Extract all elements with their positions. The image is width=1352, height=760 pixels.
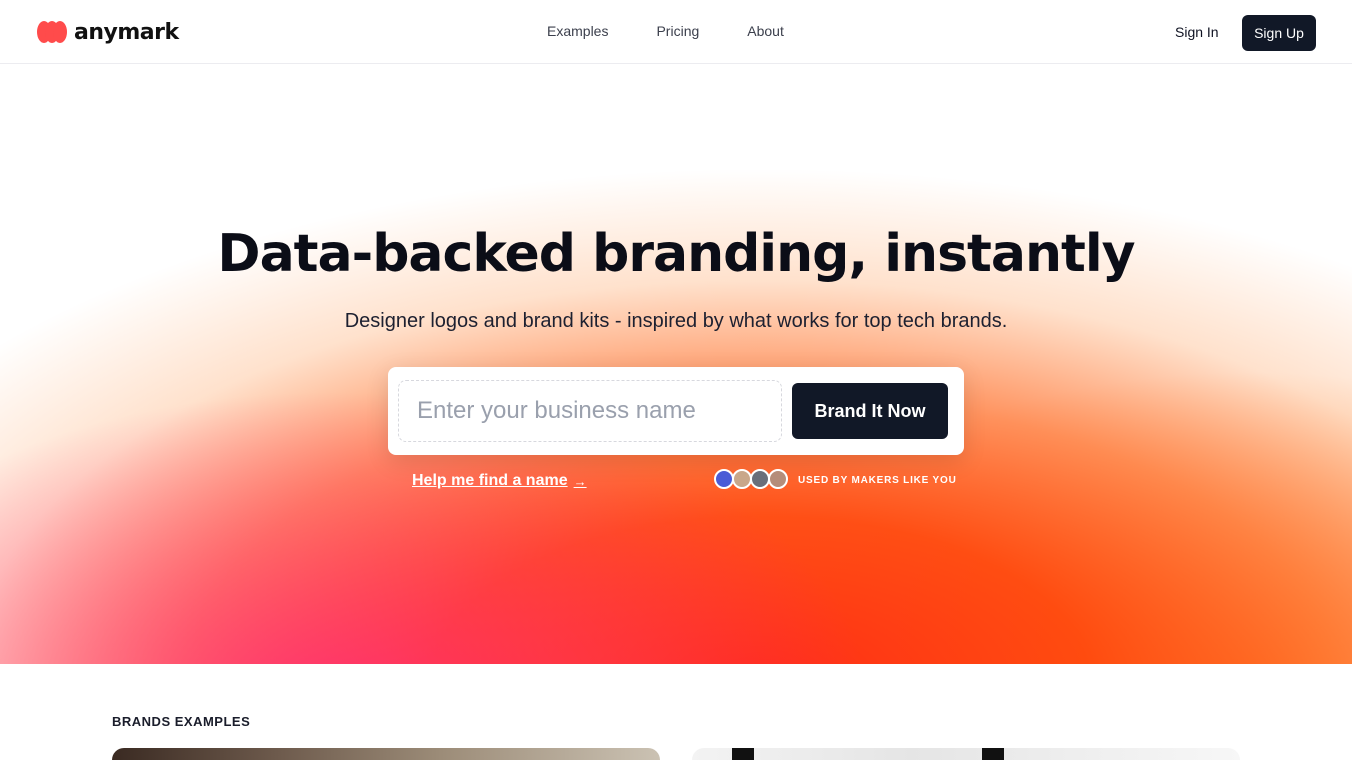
sign-up-button[interactable]: Sign Up	[1242, 15, 1316, 51]
business-name-input[interactable]	[398, 380, 782, 442]
help-link-label: Help me find a name	[412, 472, 568, 489]
brand-example-card[interactable]	[692, 748, 1240, 760]
brand-it-now-button[interactable]: Brand It Now	[792, 383, 948, 439]
brand-example-card[interactable]	[112, 748, 660, 760]
maker-avatars	[714, 469, 788, 489]
avatar	[732, 469, 752, 489]
card-image-detail	[982, 748, 1004, 760]
sign-in-link[interactable]: Sign In	[1175, 24, 1219, 40]
help-find-name-link[interactable]: Help me find a name →	[412, 472, 587, 490]
brands-examples-heading: BRANDS EXAMPLES	[112, 714, 251, 729]
nav-about[interactable]: About	[747, 23, 784, 39]
avatar	[714, 469, 734, 489]
makers-caption: USED BY MAKERS LIKE YOU	[798, 475, 957, 486]
business-name-form: Brand It Now	[388, 367, 964, 455]
avatar	[768, 469, 788, 489]
nav-examples[interactable]: Examples	[547, 23, 608, 39]
logo[interactable]: anymark	[36, 19, 179, 45]
logo-text: anymark	[74, 19, 179, 45]
hero-gradient-background	[0, 64, 1352, 664]
hero-title: Data-backed branding, instantly	[217, 224, 1135, 284]
anymark-logo-icon	[37, 21, 67, 43]
hero-subtitle: Designer logos and brand kits - inspired…	[344, 310, 1008, 332]
avatar	[750, 469, 770, 489]
arrow-right-icon: →	[573, 473, 587, 489]
hero-section: Data-backed branding, instantly Designer…	[0, 64, 1352, 664]
site-header: anymark Examples Pricing About Sign In S…	[0, 0, 1352, 64]
main-nav: Examples Pricing About	[547, 23, 784, 39]
nav-pricing[interactable]: Pricing	[656, 23, 699, 39]
card-image-detail	[732, 748, 754, 760]
